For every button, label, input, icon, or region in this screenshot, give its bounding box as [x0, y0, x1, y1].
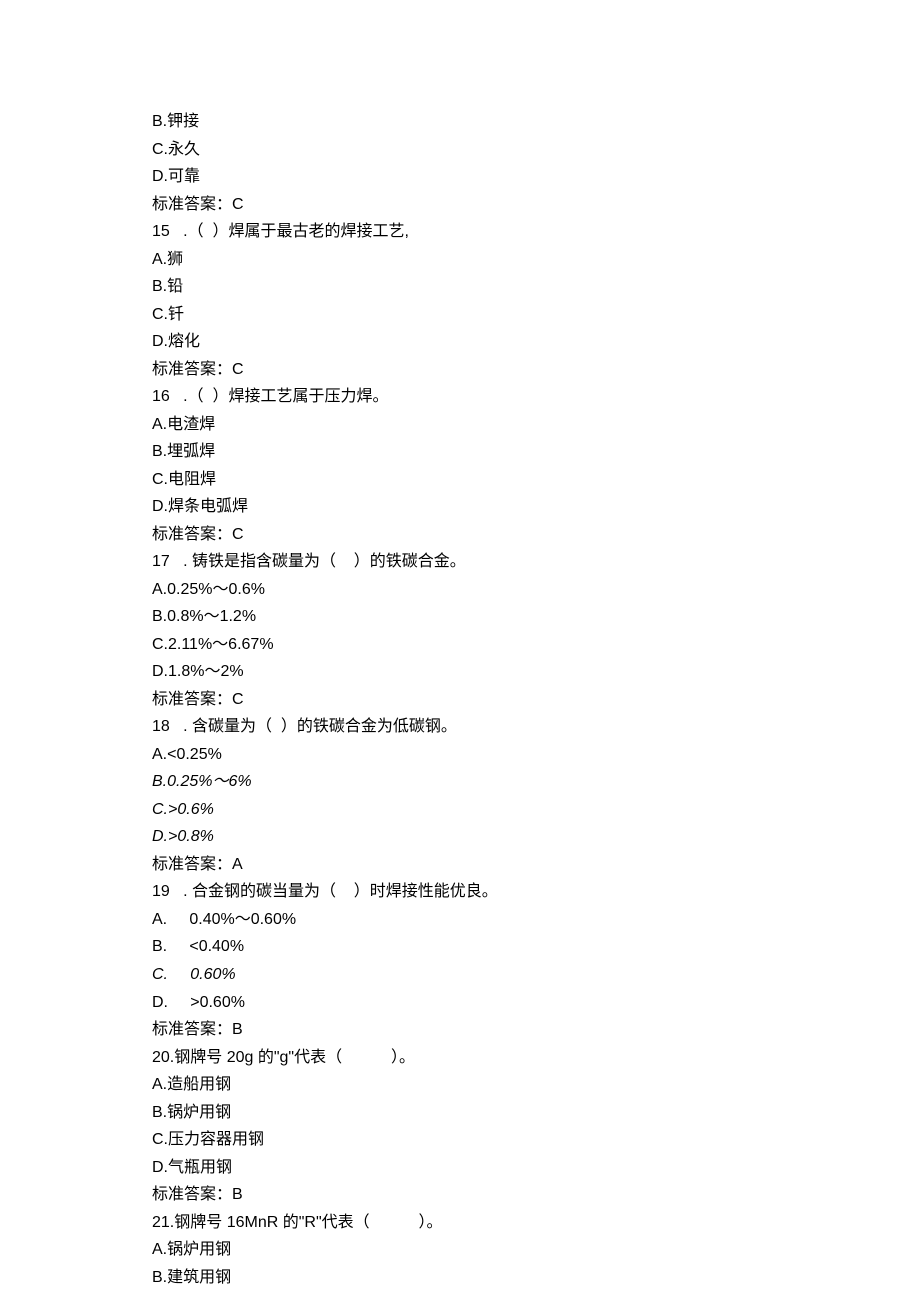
text-line: 标准答案：C: [152, 521, 920, 549]
text-line: B.铅: [152, 273, 920, 301]
text-line: B.0.8%～1.2%: [152, 603, 920, 631]
text-line: A.<0.25%: [152, 741, 920, 769]
text-line: C.电阻焊: [152, 466, 920, 494]
text-line: 标准答案：B: [152, 1181, 920, 1209]
text-line: 20.钢牌号 20g 的"g"代表（ ）。: [152, 1044, 920, 1072]
text-line: 标准答案：C: [152, 356, 920, 384]
text-line: 19 . 合金钢的碳当量为（ ）时焊接性能优良。: [152, 878, 920, 906]
text-line: D.1.8%～2%: [152, 658, 920, 686]
text-line: 标准答案：B: [152, 1016, 920, 1044]
text-line: C.钎: [152, 301, 920, 329]
text-line: D.>0.8%: [152, 823, 920, 851]
text-line: 标准答案：A: [152, 851, 920, 879]
text-line: D.熔化: [152, 328, 920, 356]
text-line: D.可靠: [152, 163, 920, 191]
text-line: C.2.11%～6.67%: [152, 631, 920, 659]
text-line: D.气瓶用钢: [152, 1154, 920, 1182]
text-line: A.锅炉用钢: [152, 1236, 920, 1264]
text-line: D.焊条电弧焊: [152, 493, 920, 521]
text-line: C.永久: [152, 136, 920, 164]
text-line: 标准答案：C: [152, 191, 920, 219]
text-line: 15 .（ ）焊属于最古老的焊接工艺,: [152, 218, 920, 246]
text-line: B.锅炉用钢: [152, 1099, 920, 1127]
text-line: B.建筑用钢: [152, 1264, 920, 1292]
text-line: A.造船用钢: [152, 1071, 920, 1099]
text-line: B.钾接: [152, 108, 920, 136]
text-line: D. >0.60%: [152, 989, 920, 1017]
text-line: C.压力容器用钢: [152, 1126, 920, 1154]
text-line: 17 . 铸铁是指含碳量为（ ）的铁碳合金。: [152, 548, 920, 576]
text-line: A.0.25%～0.6%: [152, 576, 920, 604]
text-line: 标准答案：C: [152, 686, 920, 714]
text-line: B.埋弧焊: [152, 438, 920, 466]
text-line: A. 0.40%～0.60%: [152, 906, 920, 934]
text-line: C. 0.60%: [152, 961, 920, 989]
text-line: 18 . 含碳量为（ ）的铁碳合金为低碳钢。: [152, 713, 920, 741]
document-page: B.钾接C.永久D.可靠标准答案：C15 .（ ）焊属于最古老的焊接工艺,A.狮…: [0, 0, 920, 1301]
text-line: A.电渣焊: [152, 411, 920, 439]
text-line: 16 .（ ）焊接工艺属于压力焊。: [152, 383, 920, 411]
text-line: C.>0.6%: [152, 796, 920, 824]
text-line: B. <0.40%: [152, 933, 920, 961]
text-line: 21.钢牌号 16MnR 的"R"代表（ ）。: [152, 1209, 920, 1237]
text-line: B.0.25%～6%: [152, 768, 920, 796]
text-line: A.狮: [152, 246, 920, 274]
